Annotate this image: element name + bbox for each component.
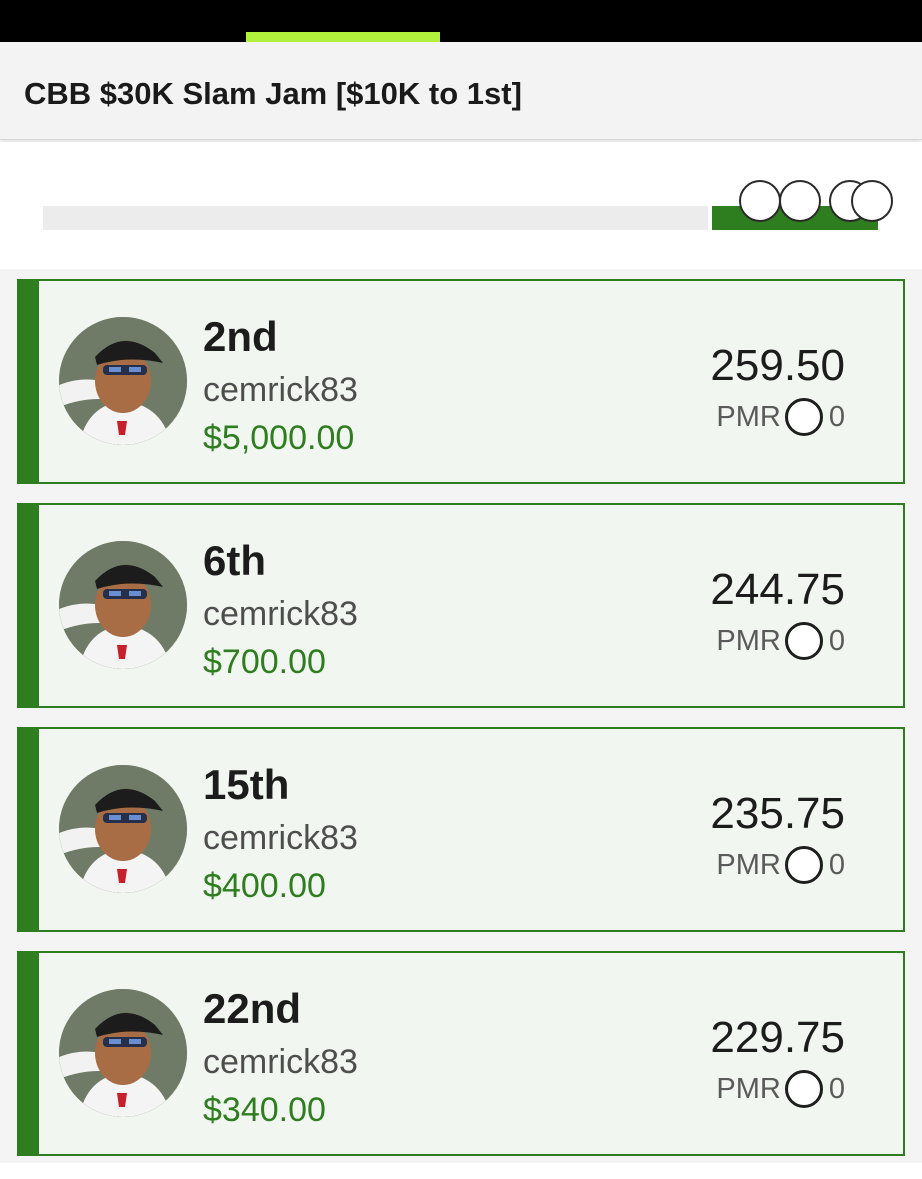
pmr-indicator: PMR 0 xyxy=(716,845,845,885)
fantasy-points: 259.50 xyxy=(710,341,845,390)
rank-label: 15th xyxy=(203,761,290,808)
rank-label: 2nd xyxy=(203,313,278,360)
pmr-circle-icon xyxy=(784,622,823,660)
pmr-circle-icon xyxy=(784,398,823,436)
pmr-label: PMR xyxy=(716,848,781,881)
username: cemrick83 xyxy=(203,371,358,409)
entry-marker-icon xyxy=(779,180,821,222)
pmr-label: PMR xyxy=(716,624,781,657)
entry-card[interactable]: 22nd cemrick83 $340.00 229.75 PMR 0 xyxy=(17,951,905,1156)
active-tab-indicator xyxy=(246,32,440,42)
winnings-amount: $700.00 xyxy=(203,643,326,681)
avatar xyxy=(59,989,187,1117)
avatar xyxy=(59,541,187,669)
card-accent xyxy=(19,729,39,930)
pmr-indicator: PMR 0 xyxy=(716,397,845,437)
pmr-circle-icon xyxy=(784,846,823,884)
username: cemrick83 xyxy=(203,1043,358,1081)
username: cemrick83 xyxy=(203,819,358,857)
entry-marker-icon xyxy=(851,180,893,222)
card-accent xyxy=(19,505,39,706)
progress-track xyxy=(43,206,708,230)
pmr-circle-icon xyxy=(784,1070,823,1108)
contest-progress xyxy=(0,142,922,269)
pmr-value: 0 xyxy=(828,624,845,657)
pmr-value: 0 xyxy=(828,1072,845,1105)
pmr-value: 0 xyxy=(828,848,845,881)
rank-label: 6th xyxy=(203,537,266,584)
entry-marker-icon xyxy=(739,180,781,222)
entries-list: 2nd cemrick83 $5,000.00 259.50 PMR 0 6th… xyxy=(0,269,922,1163)
entry-card[interactable]: 15th cemrick83 $400.00 235.75 PMR 0 xyxy=(17,727,905,932)
rank-label: 22nd xyxy=(203,985,302,1032)
fantasy-points: 244.75 xyxy=(710,565,845,614)
username: cemrick83 xyxy=(203,595,358,633)
pmr-indicator: PMR 0 xyxy=(716,1069,845,1109)
pmr-label: PMR xyxy=(716,400,781,433)
entry-card[interactable]: 6th cemrick83 $700.00 244.75 PMR 0 xyxy=(17,503,905,708)
avatar xyxy=(59,317,187,445)
avatar xyxy=(59,765,187,893)
winnings-amount: $5,000.00 xyxy=(203,419,355,457)
pmr-label: PMR xyxy=(716,1072,781,1105)
status-bar xyxy=(0,0,922,42)
fantasy-points: 229.75 xyxy=(710,1013,845,1062)
entry-card[interactable]: 2nd cemrick83 $5,000.00 259.50 PMR 0 xyxy=(17,279,905,484)
contest-title: CBB $30K Slam Jam [$10K to 1st] xyxy=(24,76,522,111)
pmr-indicator: PMR 0 xyxy=(716,621,845,661)
contest-header: CBB $30K Slam Jam [$10K to 1st] xyxy=(0,42,922,140)
card-accent xyxy=(19,281,39,482)
pmr-value: 0 xyxy=(828,400,845,433)
card-accent xyxy=(19,953,39,1154)
winnings-amount: $340.00 xyxy=(203,1091,326,1129)
fantasy-points: 235.75 xyxy=(710,789,845,838)
winnings-amount: $400.00 xyxy=(203,867,326,905)
